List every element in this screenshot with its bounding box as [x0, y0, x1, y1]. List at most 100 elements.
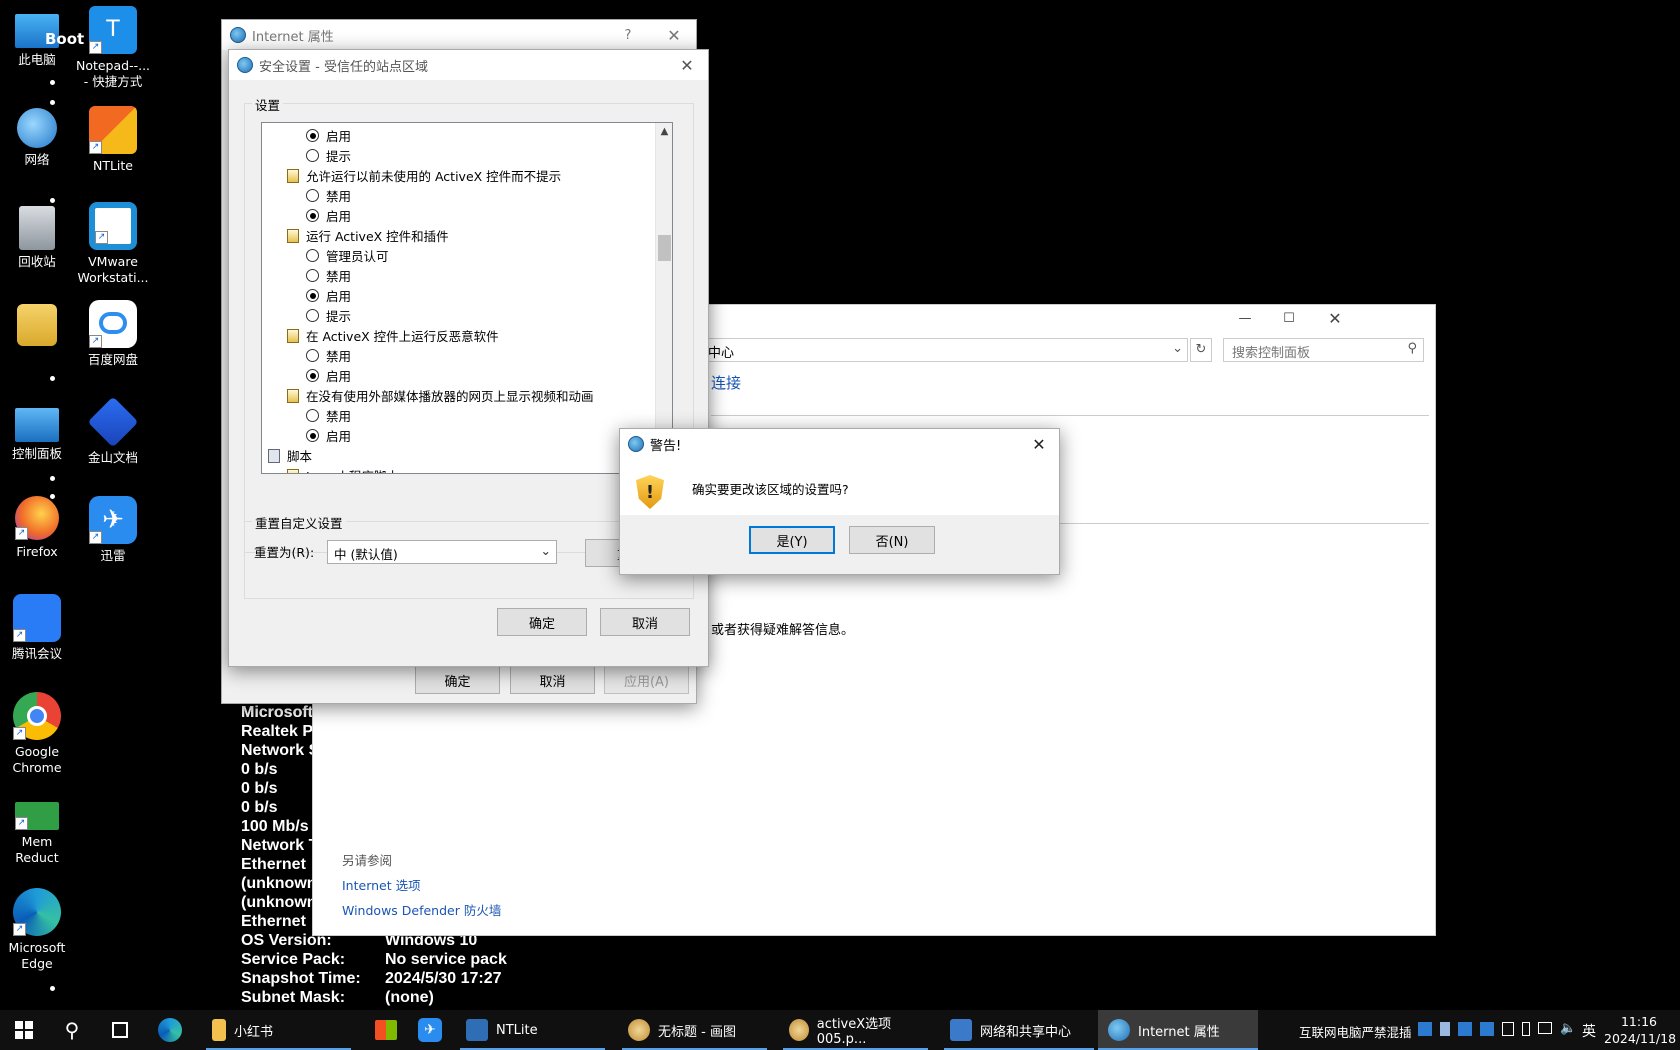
scroll-up-icon[interactable]: ▲: [656, 123, 672, 140]
close-icon[interactable]: ✕: [1313, 305, 1357, 335]
taskbar-item-store[interactable]: [366, 1010, 406, 1050]
close-icon[interactable]: ✕: [1017, 429, 1061, 459]
usb-icon[interactable]: [1522, 1022, 1530, 1036]
no-button[interactable]: 否(N): [849, 526, 935, 554]
list-item[interactable]: 禁用: [306, 186, 351, 205]
yes-button[interactable]: 是(Y): [749, 526, 835, 554]
taskbar-label: 网络和共享中心: [980, 1024, 1072, 1040]
taskbar-item-network-center[interactable]: 网络和共享中心: [944, 1010, 1094, 1050]
tray-app-icon[interactable]: [1458, 1022, 1472, 1036]
ime-indicator[interactable]: 英: [1582, 1021, 1596, 1041]
radio-button[interactable]: [306, 249, 319, 262]
cancel-button[interactable]: 取消: [600, 608, 690, 636]
radio-button[interactable]: [306, 409, 319, 422]
desktop-icon-thunder[interactable]: ✈ ↗ 迅雷: [73, 496, 153, 564]
taskbar-item-paint[interactable]: 无标题 - 画图: [622, 1010, 767, 1050]
sysinfo-value: (none): [385, 989, 434, 1006]
desktop-icon-tencent-meeting[interactable]: ↗ 腾讯会议: [0, 594, 77, 662]
defender-firewall-link[interactable]: Windows Defender 防火墙: [342, 900, 501, 919]
desktop-icon-notepad[interactable]: T ↗ Notepad--... - 快捷方式: [73, 6, 153, 90]
radio-button[interactable]: [306, 269, 319, 282]
tray-app-icon[interactable]: [1480, 1022, 1494, 1036]
taskbar-label: NTLite: [496, 1022, 538, 1038]
list-item[interactable]: 启用: [306, 426, 351, 445]
taskbar-item-ntlite[interactable]: NTLite: [460, 1010, 605, 1050]
task-view-button[interactable]: [96, 1010, 144, 1050]
desktop-icon-user-folder[interactable]: [0, 304, 77, 350]
list-item[interactable]: 启用: [306, 126, 351, 145]
list-item-label: 管理员认可: [326, 249, 389, 264]
internet-options-icon: [1108, 1019, 1130, 1041]
desktop-icon-firefox[interactable]: ↗ Firefox: [0, 496, 77, 560]
cancel-button[interactable]: 取消: [510, 666, 595, 694]
reset-level-value: 中 (默认值): [334, 547, 398, 562]
list-item[interactable]: 禁用: [306, 346, 351, 365]
refresh-icon[interactable]: ↻: [1190, 338, 1212, 362]
desktop-icon-chrome[interactable]: ↗ Google Chrome: [0, 692, 77, 776]
taskbar-item-activex-image[interactable]: activeX选项005.p...: [783, 1010, 928, 1050]
desktop-icon-kingsoft-docs[interactable]: 金山文档: [73, 396, 153, 466]
list-header: Java 小程序脚本: [287, 466, 399, 473]
list-header: 在 ActiveX 控件上运行反恶意软件: [287, 326, 499, 345]
icon-label: 控制面板: [11, 446, 62, 461]
apply-button[interactable]: 应用(A): [604, 666, 689, 694]
list-item[interactable]: 提示: [306, 146, 351, 165]
scrollbar-thumb[interactable]: [658, 235, 671, 261]
desktop-icon-edge[interactable]: ↗ Microsoft Edge: [0, 888, 77, 972]
tray-app-icon[interactable]: [1418, 1022, 1432, 1036]
taskbar-item-internet-props[interactable]: Internet 属性: [1098, 1010, 1258, 1050]
connections-link[interactable]: 连接: [711, 372, 741, 393]
desktop-icon-vmware[interactable]: ↗ VMware Workstati...: [73, 202, 153, 286]
list-item[interactable]: 管理员认可: [306, 246, 389, 265]
desktop-icon-network[interactable]: 网络: [0, 108, 77, 168]
radio-button[interactable]: [306, 309, 319, 322]
ok-button[interactable]: 确定: [497, 608, 587, 636]
close-icon[interactable]: ✕: [652, 20, 696, 50]
radio-button[interactable]: [306, 369, 319, 382]
desktop-icon-ntlite[interactable]: ↗ NTLite: [73, 106, 153, 174]
desktop-icon-control-panel[interactable]: 控制面板: [0, 402, 77, 462]
network-status-icon[interactable]: [1538, 1022, 1552, 1034]
list-item[interactable]: 启用: [306, 366, 351, 385]
reset-level-select[interactable]: 中 (默认值) ⌄: [327, 540, 557, 564]
maximize-icon[interactable]: ☐: [1267, 305, 1311, 335]
chevron-down-icon[interactable]: ⌄: [1172, 341, 1183, 356]
radio-button[interactable]: [306, 349, 319, 362]
volume-icon[interactable]: 🔈: [1560, 1022, 1576, 1036]
radio-button[interactable]: [306, 209, 319, 222]
radio-button[interactable]: [306, 429, 319, 442]
tray-notice[interactable]: 互联网电脑严禁混插: [1299, 1022, 1412, 1041]
memreduct-icon: ↗: [15, 802, 59, 830]
radio-button[interactable]: [306, 289, 319, 302]
tray-app-icon[interactable]: [1440, 1022, 1450, 1036]
taskbar-item-xiaohongshu[interactable]: 小红书: [206, 1010, 351, 1050]
desktop-icon-memreduct[interactable]: ↗ Mem Reduct: [0, 796, 77, 866]
tray-copy-icon[interactable]: [1502, 1022, 1514, 1036]
minimize-icon[interactable]: —: [1223, 305, 1267, 335]
list-item[interactable]: 禁用: [306, 266, 351, 285]
start-button[interactable]: [0, 1010, 48, 1050]
settings-list[interactable]: 启用 提示 允许运行以前未使用的 ActiveX 控件而不提示 禁用 启用 运行…: [261, 122, 673, 474]
radio-button[interactable]: [306, 149, 319, 162]
shortcut-arrow-icon: ↗: [13, 629, 26, 642]
scrollbar[interactable]: ▲: [655, 123, 672, 473]
ok-button[interactable]: 确定: [415, 666, 500, 694]
internet-options-link[interactable]: Internet 选项: [342, 875, 421, 894]
taskbar-edge[interactable]: [150, 1010, 190, 1050]
taskbar-item-thunder[interactable]: ✈: [410, 1010, 450, 1050]
list-item[interactable]: 禁用: [306, 406, 351, 425]
warning-message: 确实要更改该区域的设置吗?: [692, 482, 849, 497]
search-input[interactable]: 搜索控制面板 ⚲: [1223, 338, 1424, 362]
search-button[interactable]: ⚲: [48, 1010, 96, 1050]
desktop-icon-recycle-bin[interactable]: 回收站: [0, 206, 77, 270]
help-icon[interactable]: ?: [606, 20, 650, 50]
ntlite-icon: [466, 1019, 488, 1041]
desktop-icon-baidu-netdisk[interactable]: ↗ 百度网盘: [73, 300, 153, 368]
list-item[interactable]: 提示: [306, 306, 351, 325]
clock[interactable]: 11:16 2024/11/18: [1604, 1013, 1676, 1047]
close-icon[interactable]: ✕: [665, 50, 709, 80]
radio-button[interactable]: [306, 129, 319, 142]
radio-button[interactable]: [306, 189, 319, 202]
list-item[interactable]: 启用: [306, 206, 351, 225]
list-item[interactable]: 启用: [306, 286, 351, 305]
